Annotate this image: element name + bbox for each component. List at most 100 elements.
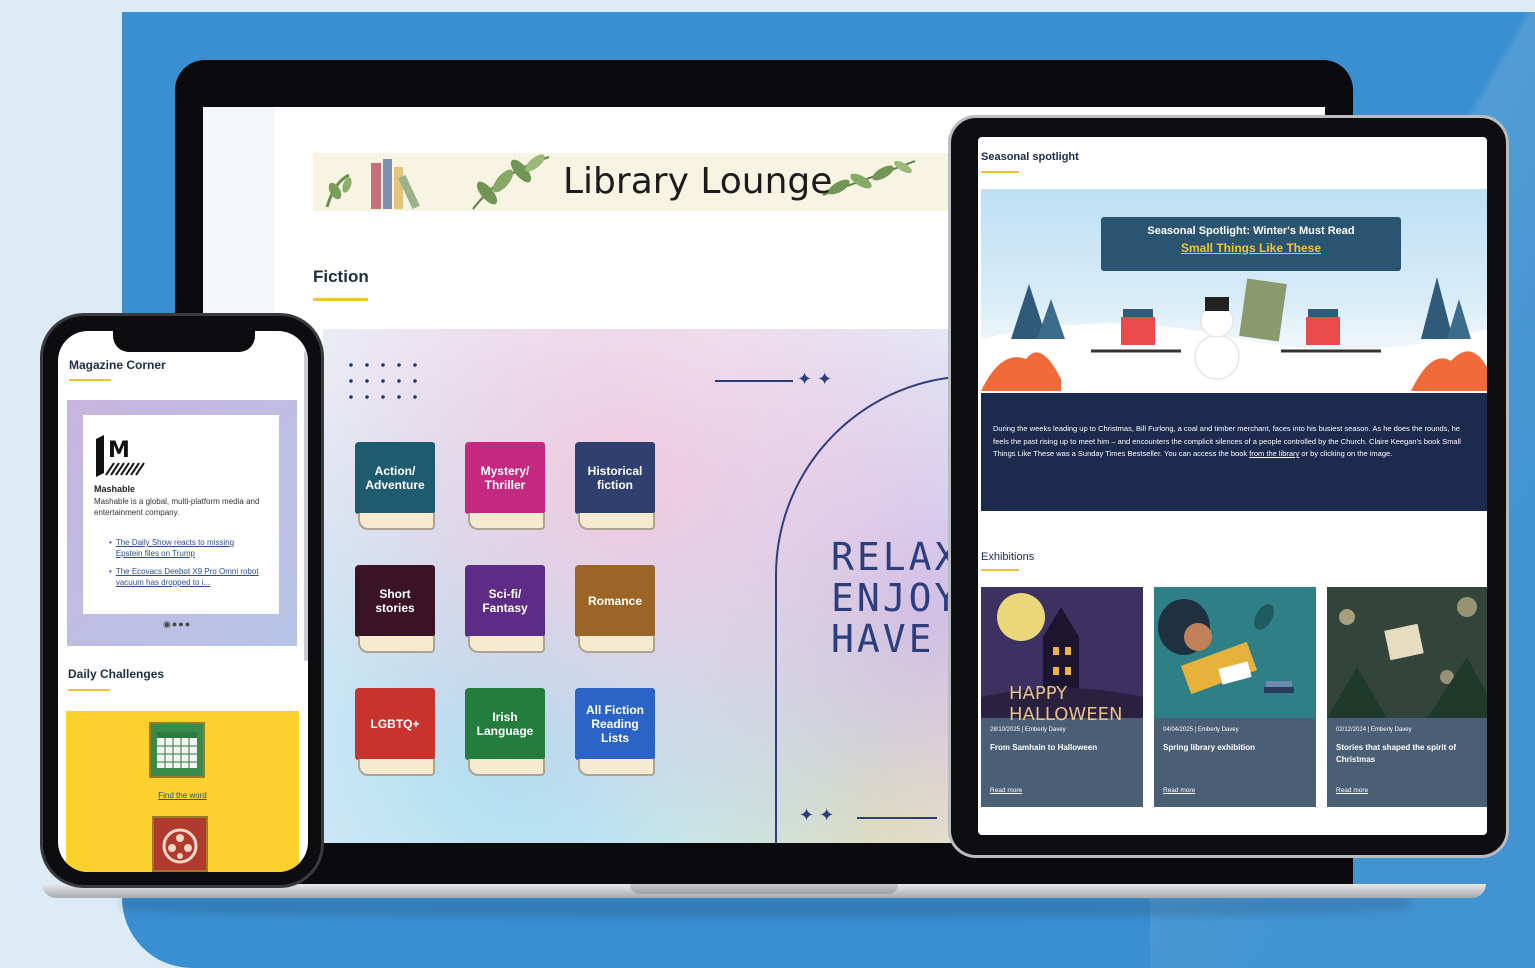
challenges-panel: Find the word xyxy=(66,711,299,872)
phone-scrollbar[interactable] xyxy=(304,351,308,661)
relax-text: RELAX ENJOY HAVE xyxy=(831,537,960,660)
section-underline xyxy=(981,171,1019,173)
reading-person-illustration xyxy=(1158,599,1294,695)
book-all-fiction-reading-lists[interactable]: All Fiction Reading Lists xyxy=(575,688,655,776)
books-illustration-icon xyxy=(325,159,420,210)
article-link[interactable]: The Ecovacs Deebot X9 Pro Omni robot vac… xyxy=(116,566,259,588)
book-pages xyxy=(358,513,435,530)
article-list: • The Daily Show reacts to missing Epstei… xyxy=(109,537,259,588)
book-short-stories[interactable]: Short stories xyxy=(355,565,435,653)
daily-challenges-title: Daily Challenges xyxy=(68,667,165,681)
spotlight-description: During the weeks leading up to Christmas… xyxy=(981,393,1487,511)
laptop-shadow xyxy=(120,898,1410,918)
sparkle-icon: ✦ ✦ xyxy=(797,369,833,389)
description-tail: or by clicking on the image. xyxy=(1301,449,1393,458)
section-underline xyxy=(981,569,1019,571)
exhibition-meta: 04/04/2025 | Emberly Davey xyxy=(1163,727,1239,733)
read-more-link[interactable]: Read more xyxy=(990,787,1022,794)
dot-pattern xyxy=(343,357,423,403)
find-the-word-link[interactable]: Find the word xyxy=(66,791,299,800)
carousel-dots[interactable]: ◉●●● xyxy=(163,619,191,630)
leaf-right-icon xyxy=(822,160,916,196)
book-pages xyxy=(578,759,655,776)
phone-frame: Magazine Corner M Mashable Mashable is a… xyxy=(40,313,324,888)
film-reel-icon[interactable] xyxy=(152,816,208,872)
exhibition-image: HAPPY HALLOWEEN xyxy=(981,587,1143,725)
book-label: All Fiction Reading Lists xyxy=(575,688,655,760)
book-irish-language[interactable]: Irish Language xyxy=(465,688,545,776)
magazine-name: Mashable xyxy=(94,484,136,494)
exhibition-card[interactable]: 02/12/2024 | Emberly Davey Stories that … xyxy=(1327,587,1487,807)
section-title-fiction: Fiction xyxy=(313,267,369,286)
page-title: Library Lounge xyxy=(563,161,833,202)
book-pages xyxy=(468,513,545,530)
mashable-logo-icon: M xyxy=(96,435,145,477)
book-label: Action/ Adventure xyxy=(355,442,435,514)
library-link[interactable]: from the library xyxy=(1249,449,1299,458)
book-mystery-thriller[interactable]: Mystery/ Thriller xyxy=(465,442,545,530)
library-lounge-banner: Library Lounge xyxy=(313,153,953,211)
book-pages xyxy=(578,513,655,530)
relax-line: ENJOY xyxy=(831,576,961,620)
book-action-adventure[interactable]: Action/ Adventure xyxy=(355,442,435,530)
article-link[interactable]: The Daily Show reacts to missing Epstein… xyxy=(116,537,259,559)
hero-book-link[interactable]: Small Things Like These xyxy=(1101,241,1401,255)
hero-sign: Seasonal Spotlight: Winter's Must Read S… xyxy=(1101,217,1401,271)
seasonal-spotlight-title: Seasonal spotlight xyxy=(981,151,1079,163)
exhibitions-title: Exhibitions xyxy=(981,551,1035,563)
exhibition-title: Stories that shaped the spirit of Christ… xyxy=(1336,743,1457,764)
bullet-icon: • xyxy=(109,538,112,547)
svg-text:M: M xyxy=(108,438,130,463)
bullet-icon: • xyxy=(109,567,112,576)
relax-line: RELAX xyxy=(831,535,961,579)
word-grid-icon[interactable] xyxy=(149,722,205,778)
book-pages xyxy=(358,759,435,776)
relax-line: HAVE xyxy=(831,617,935,661)
magazine-corner-title: Magazine Corner xyxy=(69,358,166,372)
christmas-tree-illustration xyxy=(1327,597,1487,718)
read-more-link[interactable]: Read more xyxy=(1336,787,1368,794)
exhibition-title: From Samhain to Halloween xyxy=(990,743,1098,752)
phone-screen: Magazine Corner M Mashable Mashable is a… xyxy=(58,331,308,872)
decorative-line xyxy=(857,817,937,819)
book-pages xyxy=(468,759,545,776)
laptop-hinge xyxy=(630,884,898,894)
exhibition-meta: 02/12/2024 | Emberly Davey xyxy=(1336,727,1412,733)
book-historical-fiction[interactable]: Historical fiction xyxy=(575,442,655,530)
magazine-card[interactable]: M Mashable Mashable is a global, multi-p… xyxy=(83,415,279,614)
exhibition-card[interactable]: HAPPY HALLOWEEN 28/10/2025 | Emberly Dav… xyxy=(981,587,1143,807)
hero-title: Seasonal Spotlight: Winter's Must Read xyxy=(1147,225,1355,237)
sparkle-icon: ✦ ✦ xyxy=(799,805,835,825)
exhibition-image xyxy=(1154,587,1316,718)
read-more-link[interactable]: Read more xyxy=(1163,787,1195,794)
exhibition-meta: 28/10/2025 | Emberly Davey xyxy=(990,727,1066,733)
tablet-screen: Seasonal spotlight Seasonal Spotlight: W… xyxy=(978,137,1487,835)
book-label: Historical fiction xyxy=(575,442,655,514)
book-sci-fi-fantasy[interactable]: Sci-fi/ Fantasy xyxy=(465,565,545,653)
halloween-text: HAPPY HALLOWEEN xyxy=(1009,683,1123,725)
book-label: Sci-fi/ Fantasy xyxy=(465,565,545,637)
section-underline xyxy=(68,689,110,691)
book-lgbtq[interactable]: LGBTQ+ xyxy=(355,688,435,776)
book-pages xyxy=(468,636,545,653)
magazine-carousel: M Mashable Mashable is a global, multi-p… xyxy=(67,400,297,646)
tablet-frame: Seasonal spotlight Seasonal Spotlight: W… xyxy=(948,115,1509,858)
exhibition-title: Spring library exhibition xyxy=(1163,743,1256,752)
list-item: • The Ecovacs Deebot X9 Pro Omni robot va… xyxy=(109,566,259,588)
seasonal-hero-image[interactable]: Seasonal Spotlight: Winter's Must Read S… xyxy=(981,189,1487,391)
book-pages xyxy=(578,636,655,653)
book-label: Short stories xyxy=(355,565,435,637)
book-label: Romance xyxy=(575,565,655,637)
leaf-left-icon xyxy=(472,154,550,210)
decorative-line xyxy=(715,380,793,382)
section-underline xyxy=(69,379,111,381)
book-label: Irish Language xyxy=(465,688,545,760)
section-underline xyxy=(313,298,368,301)
magazine-description: Mashable is a global, multi-platform med… xyxy=(94,497,260,517)
book-pages xyxy=(358,636,435,653)
list-item: • The Daily Show reacts to missing Epstei… xyxy=(109,537,259,559)
exhibition-card[interactable]: 04/04/2025 | Emberly Davey Spring librar… xyxy=(1154,587,1316,807)
book-label: LGBTQ+ xyxy=(355,688,435,760)
book-romance[interactable]: Romance xyxy=(575,565,655,653)
phone-notch xyxy=(113,330,255,352)
